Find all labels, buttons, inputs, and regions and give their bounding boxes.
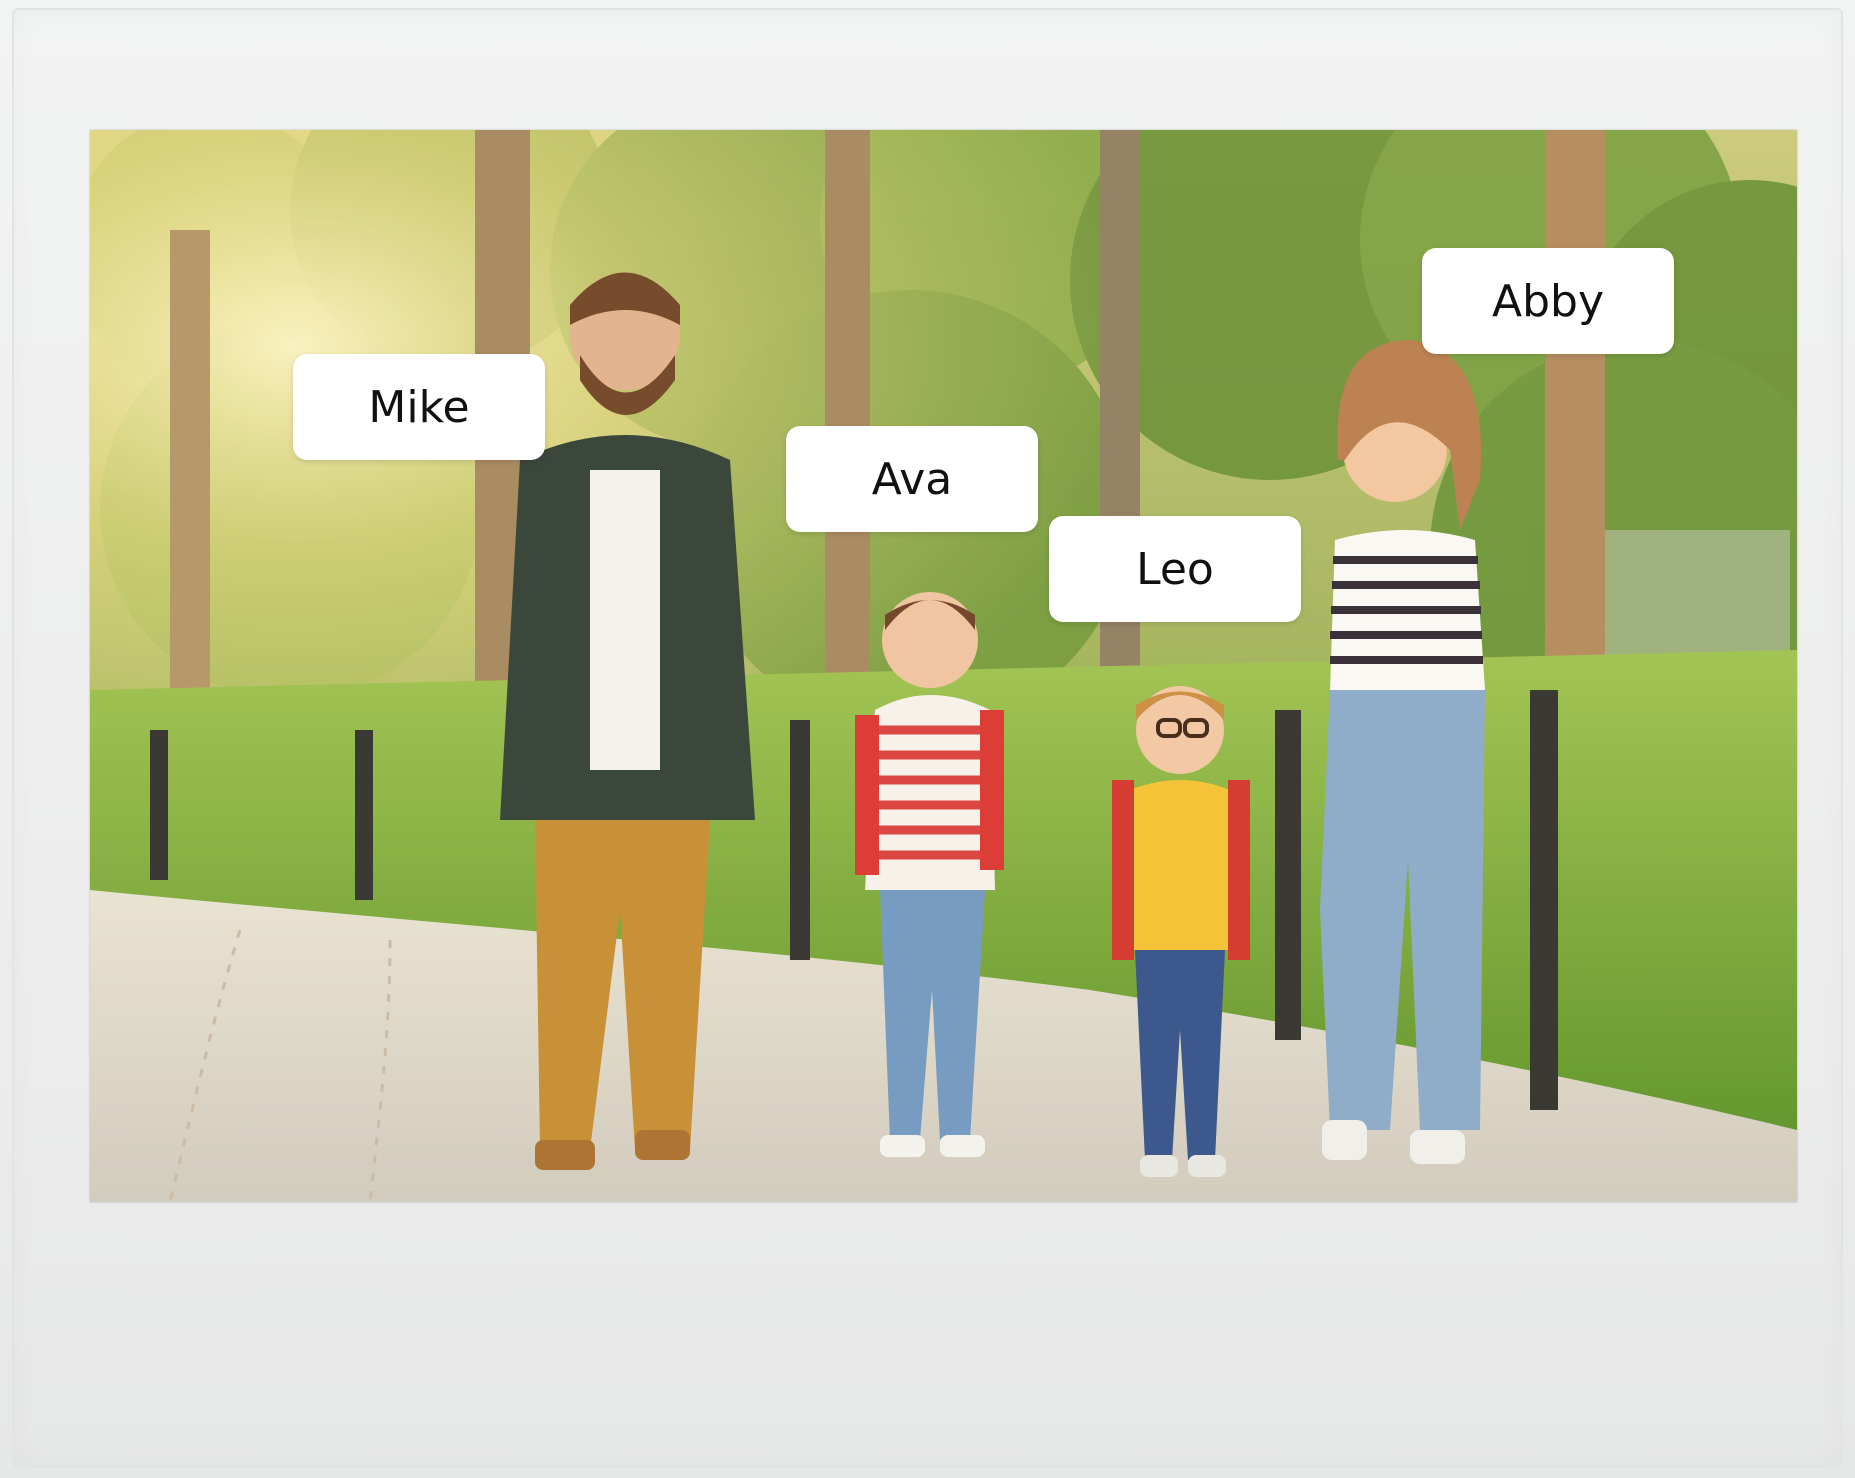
name-label-leo: Leo bbox=[1049, 516, 1301, 622]
name-label-text: Leo bbox=[1136, 543, 1214, 595]
name-label-abby: Abby bbox=[1422, 248, 1674, 354]
name-label-text: Ava bbox=[871, 453, 953, 505]
name-label-text: Mike bbox=[368, 381, 470, 433]
name-label-text: Abby bbox=[1492, 275, 1604, 327]
name-label-ava: Ava bbox=[786, 426, 1038, 532]
name-label-mike: Mike bbox=[293, 354, 545, 460]
